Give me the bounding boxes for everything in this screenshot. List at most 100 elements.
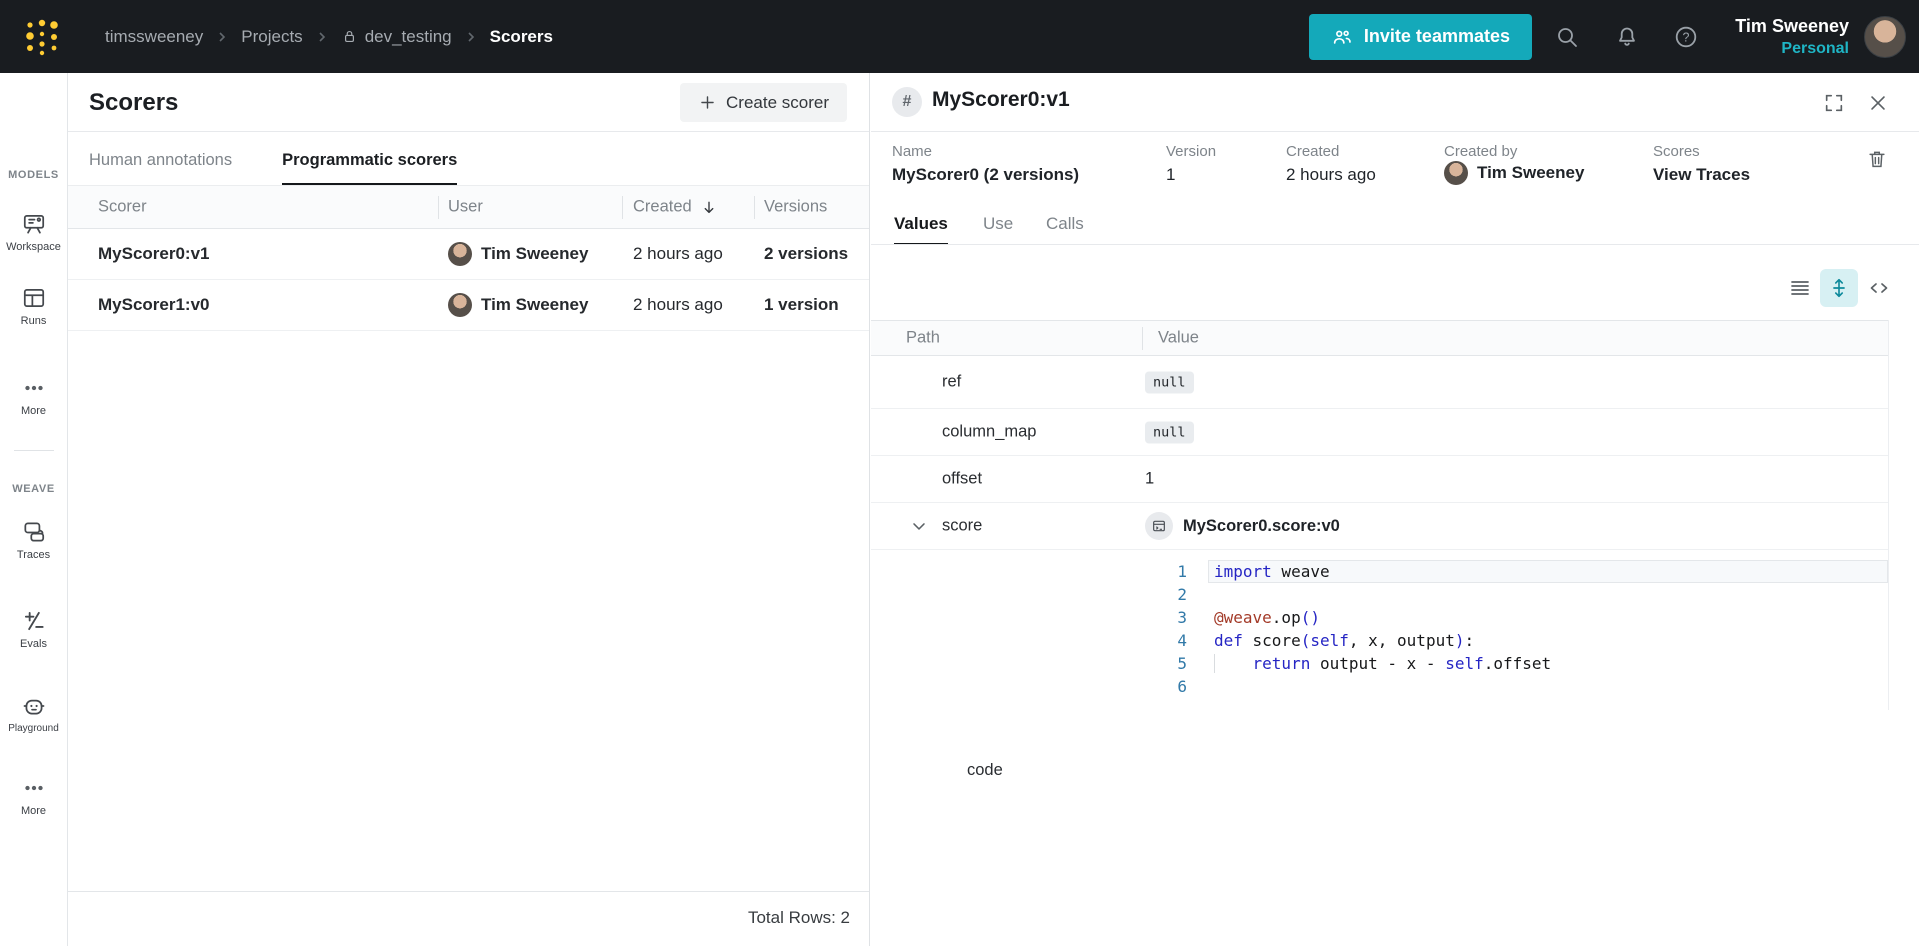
breadcrumb-current-page: Scorers	[489, 26, 553, 46]
expand-rows-icon[interactable]	[1820, 269, 1858, 307]
sidebar-section-weave: WEAVE	[12, 483, 55, 495]
table-footer: Total Rows: 2	[68, 891, 869, 946]
tab-human-annotations[interactable]: Human annotations	[89, 151, 232, 185]
workspace-icon	[23, 215, 44, 234]
column-separator	[622, 196, 623, 219]
avatar	[448, 293, 472, 317]
avatar	[448, 242, 472, 266]
user-scope: Personal	[1781, 40, 1849, 57]
column-separator	[754, 196, 755, 219]
column-separator	[1142, 327, 1143, 350]
user-menu[interactable]: Tim Sweeney Personal	[1717, 14, 1849, 59]
column-header-scorer[interactable]: Scorer	[98, 198, 147, 217]
runs-icon	[23, 289, 44, 307]
scorer-link[interactable]: MyScorer0:v1	[98, 244, 210, 264]
meta-label-version: Version	[1166, 143, 1217, 160]
page-title: Scorers	[89, 89, 179, 116]
grid-right-border	[1888, 320, 1889, 710]
detail-title: MyScorer0:v1	[932, 88, 1070, 111]
create-scorer-button[interactable]: Create scorer	[680, 83, 847, 122]
breadcrumb-separator-icon	[219, 31, 226, 42]
code-view-icon[interactable]	[1867, 276, 1891, 300]
more-icon	[24, 385, 43, 391]
sidebar-item-runs[interactable]: Runs	[0, 285, 67, 327]
table-row-scorer-1[interactable]: MyScorer1:v0 Tim Sweeney 2 hours ago 1 v…	[68, 280, 869, 331]
wandb-logo-icon[interactable]	[22, 15, 62, 59]
sidebar-item-more-models[interactable]: More	[0, 375, 67, 417]
scorer-link[interactable]: MyScorer1:v0	[98, 295, 210, 315]
breadcrumb-project[interactable]: dev_testing	[341, 27, 452, 47]
sidebar-item-evals[interactable]: Evals	[0, 608, 67, 650]
breadcrumb-entity[interactable]: timssweeney	[105, 27, 203, 47]
sidebar-item-more-weave[interactable]: More	[0, 775, 67, 817]
total-rows-label: Total Rows: 2	[747, 908, 850, 927]
sidebar-item-traces[interactable]: Traces	[0, 519, 67, 561]
meta-label-created-by: Created by	[1444, 143, 1518, 160]
lock-icon	[344, 30, 354, 43]
sidebar-section-models: MODELS	[8, 169, 59, 181]
meta-label-scores: Scores	[1653, 143, 1700, 160]
value-cell: 1	[1145, 469, 1155, 488]
people-icon	[1333, 30, 1351, 44]
table-row-scorer-0[interactable]: MyScorer0:v1 Tim Sweeney 2 hours ago 2 v…	[68, 229, 869, 280]
tab-calls[interactable]: Calls	[1046, 214, 1084, 243]
svg-text:?: ?	[1683, 30, 1690, 44]
sidebar-item-playground[interactable]: Playground	[0, 693, 67, 734]
op-ref-link[interactable]: MyScorer0.score:v0	[1145, 512, 1340, 540]
column-header-created[interactable]: Created	[633, 198, 718, 217]
invite-teammates-button[interactable]: Invite teammates	[1308, 13, 1532, 60]
help-icon[interactable]: ?	[1673, 24, 1699, 50]
scorers-table-header: Scorer User Created Versions	[68, 186, 869, 229]
notifications-bell-icon[interactable]	[1614, 24, 1640, 50]
top-navbar: timssweeney Projects dev_testing Scorers…	[0, 0, 1919, 73]
meta-value-created: 2 hours ago	[1286, 165, 1376, 184]
created-cell: 2 hours ago	[633, 295, 723, 314]
code-editor[interactable]: 1 import weave 2 3 @weave.op() 4 def score(sel…	[1150, 560, 1888, 698]
op-icon	[1145, 512, 1173, 540]
breadcrumb-separator-icon	[468, 31, 474, 42]
playground-icon	[23, 699, 44, 715]
column-header-value[interactable]: Value	[1158, 329, 1199, 348]
meta-value-name: MyScorer0 (2 versions)	[892, 165, 1080, 184]
tab-values[interactable]: Values	[894, 214, 948, 245]
fullscreen-icon[interactable]	[1823, 92, 1845, 114]
tab-programmatic-scorers[interactable]: Programmatic scorers	[282, 151, 458, 185]
versions-cell: 2 versions	[764, 244, 849, 263]
column-header-user[interactable]: User	[448, 198, 483, 217]
created-cell: 2 hours ago	[633, 244, 723, 263]
list-view-icon[interactable]	[1788, 276, 1812, 300]
chevron-down-icon[interactable]	[909, 516, 929, 536]
value-cell: null	[1145, 421, 1194, 444]
breadcrumb-projects[interactable]: Projects	[241, 27, 302, 47]
value-row-score: score MyScorer0.score:v0	[871, 503, 1888, 550]
path-cell: offset	[942, 469, 983, 488]
column-header-versions[interactable]: Versions	[764, 198, 827, 217]
user-name: Tim Sweeney	[1735, 16, 1849, 36]
user-cell: Tim Sweeney	[448, 242, 588, 266]
value-cell: null	[1145, 371, 1194, 394]
values-table-header: Path Value	[871, 320, 1888, 356]
avatar	[1444, 161, 1468, 185]
view-traces-link[interactable]: View Traces	[1653, 165, 1750, 185]
plus-icon	[701, 96, 714, 109]
trash-icon[interactable]	[1866, 148, 1888, 170]
scorer-detail-panel: # MyScorer0:v1 Name Version Created Crea…	[871, 73, 1919, 946]
meta-value-created-by: Tim Sweeney	[1444, 161, 1584, 185]
evals-icon	[24, 611, 44, 631]
versions-cell: 1 version	[764, 295, 839, 314]
path-cell: column_map	[942, 422, 1037, 441]
value-row-column-map: column_map null	[871, 409, 1888, 456]
app-root: timssweeney Projects dev_testing Scorers…	[0, 0, 1919, 946]
search-icon[interactable]	[1554, 24, 1580, 50]
value-row-ref: ref null	[871, 356, 1888, 409]
sidebar-item-workspace[interactable]: Workspace	[0, 211, 67, 253]
scorers-panel: Scorers Create scorer Human annotations …	[68, 73, 870, 946]
tab-use[interactable]: Use	[983, 214, 1013, 243]
close-icon[interactable]	[1867, 92, 1889, 114]
breadcrumb-separator-icon	[319, 31, 325, 42]
avatar[interactable]	[1864, 15, 1906, 58]
left-sidebar: MODELS Workspace Runs More WEAVE Traces …	[0, 73, 68, 946]
more-icon	[24, 785, 43, 791]
column-header-path[interactable]: Path	[906, 329, 940, 348]
column-separator	[438, 196, 439, 219]
